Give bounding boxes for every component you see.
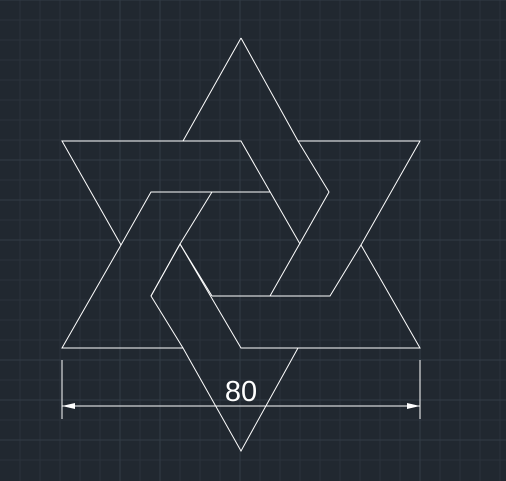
grid-major-lines — [0, 0, 506, 481]
band-cross-2 — [179, 243, 213, 297]
band-cross-1 — [150, 243, 181, 297]
arrowhead-right — [407, 403, 420, 409]
drawing-canvas[interactable]: 80 — [0, 0, 506, 481]
arrowhead-left — [62, 403, 75, 409]
band-right — [270, 244, 362, 297]
dimension-text: 80 — [225, 376, 257, 408]
dimension-linear[interactable]: 80 — [61, 360, 421, 419]
